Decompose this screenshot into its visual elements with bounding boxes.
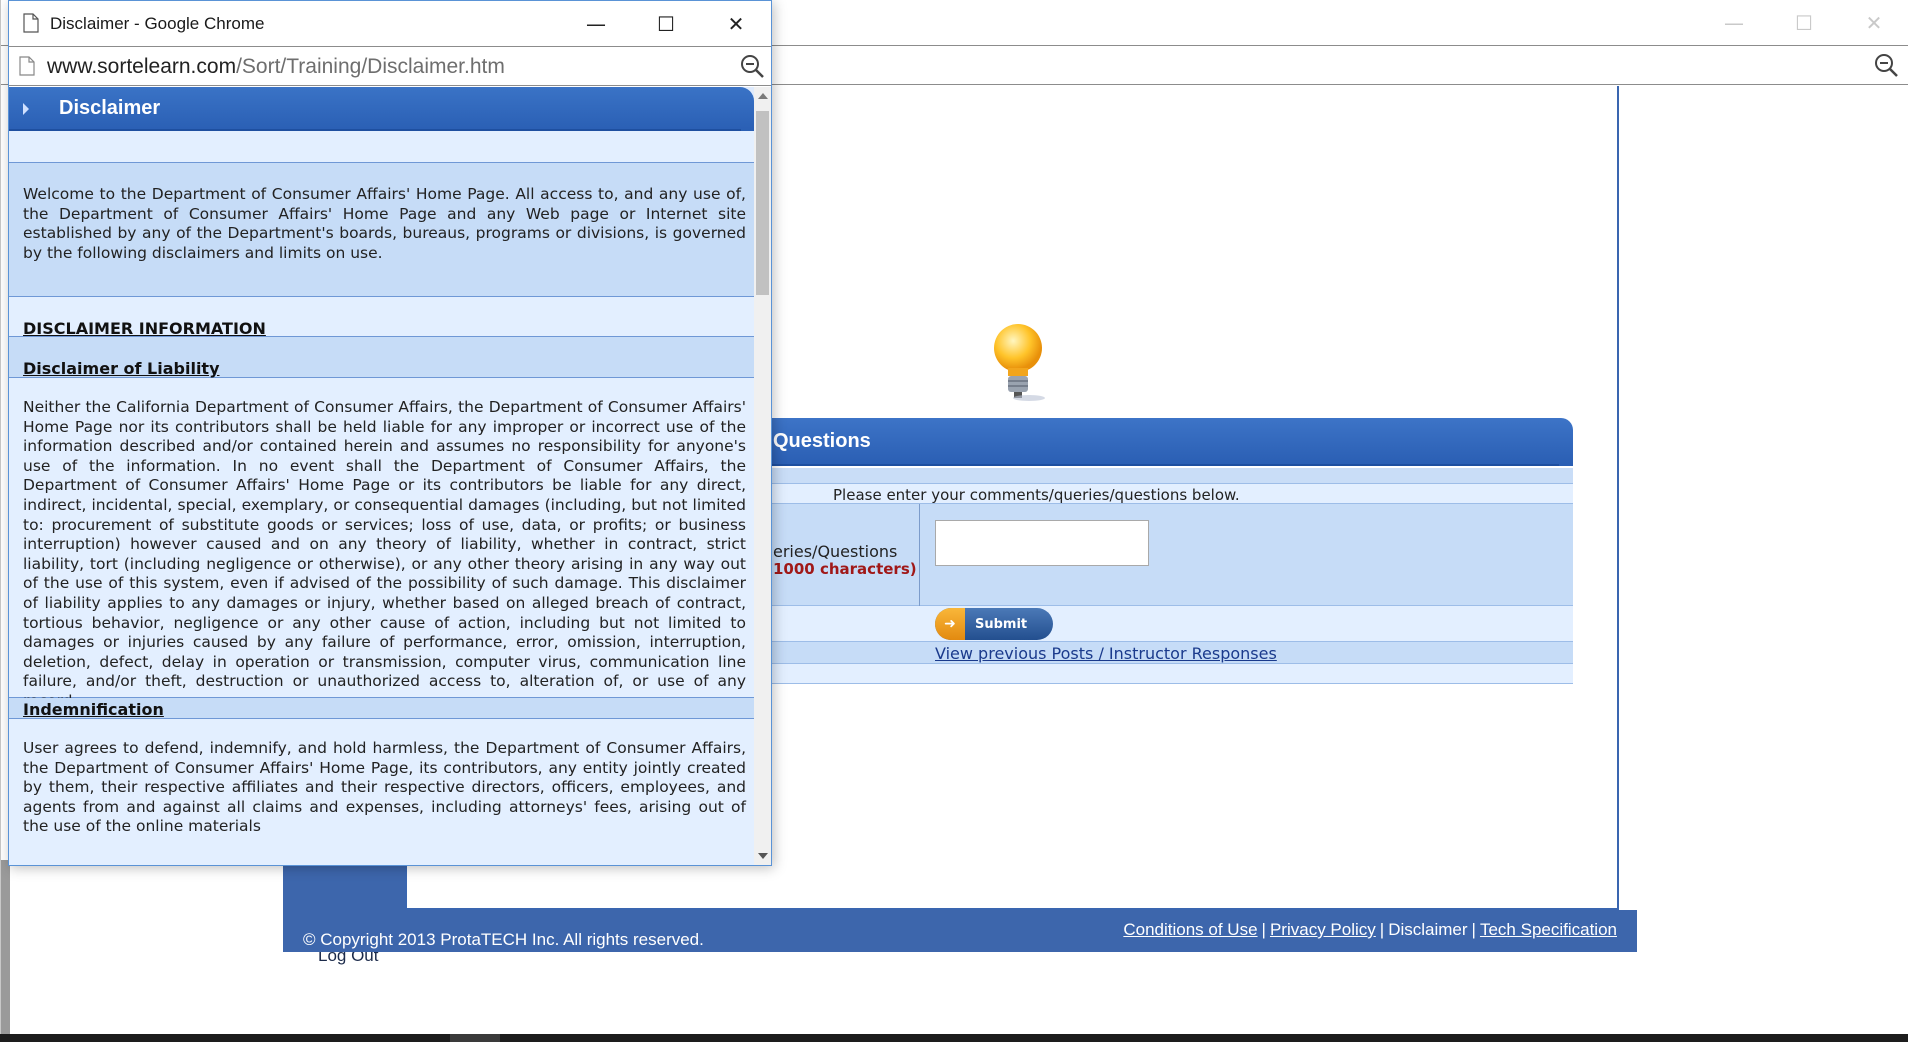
comment-field-label: eries/Questions xyxy=(773,542,898,561)
arrow-right-icon: ➜ xyxy=(935,608,965,640)
taskbar-item[interactable] xyxy=(450,1034,500,1042)
popup-address-bar[interactable]: www.sortelearn.com/Sort/Training/Disclai… xyxy=(9,46,771,86)
url-domain: www.sortelearn.com xyxy=(47,55,237,78)
liability-heading: Disclaimer of Liability xyxy=(23,359,220,378)
submit-label: Submit xyxy=(975,616,1028,632)
disclaimer-information-heading: DISCLAIMER INFORMATION xyxy=(23,319,266,338)
scroll-down-icon[interactable] xyxy=(758,853,768,859)
indemnification-text: User agrees to defend, indemnify, and ho… xyxy=(23,739,746,836)
info-heading-band: DISCLAIMER INFORMATION xyxy=(9,297,754,338)
background-window-controls: — ☐ ✕ xyxy=(1699,0,1908,45)
popup-scrollbar[interactable] xyxy=(754,87,771,865)
tech-specification-link[interactable]: Tech Specification xyxy=(1480,920,1617,940)
scroll-up-icon[interactable] xyxy=(758,93,768,99)
url-path: /Sort/Training/Disclaimer.htm xyxy=(236,55,505,78)
popup-window-title: Disclaimer - Google Chrome xyxy=(50,14,265,33)
indemnification-band: User agrees to defend, indemnify, and ho… xyxy=(9,719,754,865)
questions-title: Questions xyxy=(773,430,871,452)
copyright-text: © Copyright 2013 ProtaTECH Inc. All righ… xyxy=(303,930,704,949)
spacer-band xyxy=(9,131,754,163)
popup-page-body: Disclaimer Welcome to the Department of … xyxy=(9,87,771,865)
document-icon xyxy=(23,13,39,33)
zoom-icon[interactable] xyxy=(1873,52,1899,78)
comment-textarea[interactable] xyxy=(935,520,1149,566)
bg-maximize-button[interactable]: ☐ xyxy=(1769,0,1839,45)
previous-posts-link[interactable]: View previous Posts / Instructor Respons… xyxy=(935,644,1277,663)
disclaimer-content: Disclaimer Welcome to the Department of … xyxy=(9,87,754,865)
column-divider xyxy=(919,504,920,606)
triangle-right-icon xyxy=(23,103,29,115)
page-icon xyxy=(19,56,35,76)
bg-close-button[interactable]: ✕ xyxy=(1839,0,1908,45)
popup-minimize-button[interactable]: — xyxy=(561,1,631,46)
prompt-text: Please enter your comments/queries/quest… xyxy=(833,486,1240,504)
popup-window-controls: — ☐ ✕ xyxy=(561,1,771,46)
liability-band: Neither the California Department of Con… xyxy=(9,378,754,710)
zoom-icon[interactable] xyxy=(739,53,765,79)
intro-text: Welcome to the Department of Consumer Af… xyxy=(23,185,746,262)
disclaimer-popup-window: Disclaimer - Google Chrome — ☐ ✕ www.sor… xyxy=(8,0,772,866)
footer-separator: | xyxy=(1379,920,1385,939)
popup-close-button[interactable]: ✕ xyxy=(701,1,771,46)
indemnification-heading: Indemnification xyxy=(23,700,164,719)
submit-button[interactable]: ➜ Submit xyxy=(935,608,1053,640)
site-footer: © Copyright 2013 ProtaTECH Inc. All righ… xyxy=(283,910,1637,952)
background-left-strip xyxy=(1,860,10,1034)
footer-separator: | xyxy=(1261,920,1266,939)
liability-heading-band: Disclaimer of Liability xyxy=(9,337,754,378)
bg-minimize-button[interactable]: — xyxy=(1699,0,1769,45)
footer-separator: | xyxy=(1471,920,1476,939)
liability-text: Neither the California Department of Con… xyxy=(23,398,746,710)
disclaimer-header: Disclaimer xyxy=(9,87,754,131)
popup-maximize-button[interactable]: ☐ xyxy=(631,1,701,46)
scroll-thumb[interactable] xyxy=(756,111,769,295)
taskbar xyxy=(0,1034,1908,1042)
privacy-policy-link[interactable]: Privacy Policy xyxy=(1270,920,1376,940)
intro-band: Welcome to the Department of Consumer Af… xyxy=(9,163,754,297)
lightbulb-icon xyxy=(994,324,1045,401)
character-limit-note: 1000 characters) xyxy=(773,560,917,578)
popup-titlebar: Disclaimer - Google Chrome — ☐ ✕ xyxy=(9,1,771,46)
indemnification-heading-band: Indemnification xyxy=(9,698,754,719)
disclaimer-link[interactable]: Disclaimer xyxy=(1388,920,1467,940)
disclaimer-title: Disclaimer xyxy=(59,97,161,119)
popup-url[interactable]: www.sortelearn.com/Sort/Training/Disclai… xyxy=(47,55,505,79)
conditions-of-use-link[interactable]: Conditions of Use xyxy=(1123,920,1257,940)
footer-links: Conditions of Use | Privacy Policy | Dis… xyxy=(1123,920,1617,940)
